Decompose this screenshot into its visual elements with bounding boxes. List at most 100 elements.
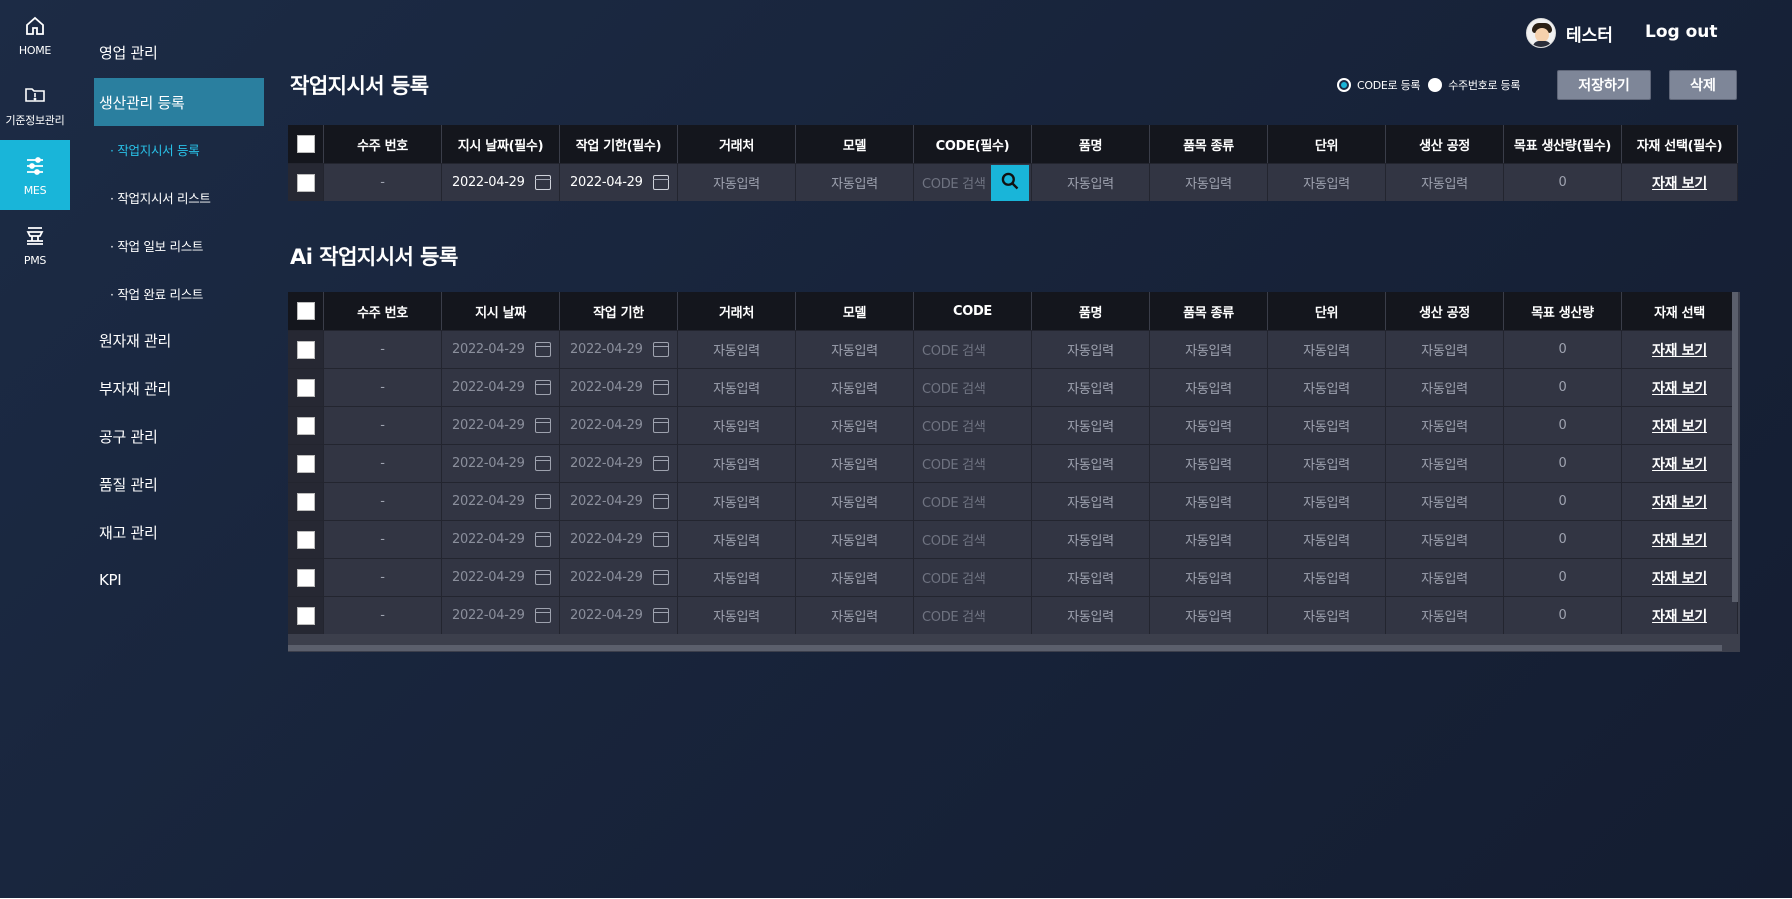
deadline-cell[interactable]: 2022-04-29 xyxy=(560,520,678,558)
row-checkbox[interactable] xyxy=(296,606,315,625)
code-search-input[interactable]: CODE 검색 xyxy=(914,406,1032,444)
row-checkbox[interactable] xyxy=(296,378,315,397)
rail-pms[interactable]: PMS xyxy=(0,210,70,280)
row-checkbox[interactable] xyxy=(296,568,315,587)
search-button[interactable] xyxy=(991,165,1029,201)
view-material-link[interactable]: 자재 보기 xyxy=(1652,530,1707,550)
row-checkbox[interactable] xyxy=(296,173,315,192)
submenu-completion-list[interactable]: · 작업 완료 리스트 xyxy=(110,284,203,303)
calendar-icon[interactable] xyxy=(535,418,551,433)
code-search-input[interactable]: CODE 검색 xyxy=(914,596,1032,634)
code-search-input[interactable]: CODE 검색 xyxy=(914,482,1032,520)
item-type-cell: 자동입력 xyxy=(1150,368,1268,406)
code-search-input[interactable]: CODE 검색 xyxy=(914,444,1032,482)
calendar-icon[interactable] xyxy=(535,532,551,547)
logout-button[interactable]: Log out xyxy=(1645,22,1718,42)
deadline-cell[interactable]: 2022-04-29 xyxy=(560,163,678,201)
target-qty-cell[interactable]: 0 xyxy=(1504,368,1622,406)
horizontal-scrollbar[interactable] xyxy=(288,645,1722,651)
target-qty-cell[interactable]: 0 xyxy=(1504,444,1622,482)
deadline-cell[interactable]: 2022-04-29 xyxy=(560,596,678,634)
target-qty-cell[interactable]: 0 xyxy=(1504,406,1622,444)
date-cell[interactable]: 2022-04-29 xyxy=(442,520,560,558)
deadline-cell[interactable]: 2022-04-29 xyxy=(560,558,678,596)
date-cell[interactable]: 2022-04-29 xyxy=(442,163,560,201)
rail-mes[interactable]: MES xyxy=(0,140,70,210)
calendar-icon[interactable] xyxy=(535,342,551,357)
radio-order-no[interactable] xyxy=(1428,78,1443,92)
calendar-icon[interactable] xyxy=(653,380,669,395)
calendar-icon[interactable] xyxy=(535,380,551,395)
code-search-input[interactable]: CODE 검색 xyxy=(914,163,1032,201)
target-qty-cell[interactable]: 0 xyxy=(1504,330,1622,368)
calendar-icon[interactable] xyxy=(653,608,669,623)
menu-sales[interactable]: 영업 관리 xyxy=(94,28,264,76)
save-button[interactable]: 저장하기 xyxy=(1557,70,1651,100)
select-all-checkbox[interactable] xyxy=(296,302,315,320)
user-info[interactable]: 테스터 xyxy=(1526,18,1613,48)
radio-code[interactable] xyxy=(1337,78,1351,92)
calendar-icon[interactable] xyxy=(653,175,669,190)
date-cell[interactable]: 2022-04-29 xyxy=(442,596,560,634)
target-qty-cell[interactable]: 0 xyxy=(1504,520,1622,558)
deadline-cell[interactable]: 2022-04-29 xyxy=(560,406,678,444)
calendar-icon[interactable] xyxy=(653,570,669,585)
target-qty-cell[interactable]: 0 xyxy=(1504,482,1622,520)
delete-button[interactable]: 삭제 xyxy=(1669,70,1737,100)
calendar-icon[interactable] xyxy=(535,456,551,471)
calendar-icon[interactable] xyxy=(535,608,551,623)
view-material-link[interactable]: 자재 보기 xyxy=(1652,378,1707,398)
deadline-cell[interactable]: 2022-04-29 xyxy=(560,482,678,520)
row-checkbox[interactable] xyxy=(296,492,315,511)
submenu-work-order-register[interactable]: · 작업지시서 등록 xyxy=(110,140,200,159)
date-cell[interactable]: 2022-04-29 xyxy=(442,406,560,444)
date-cell[interactable]: 2022-04-29 xyxy=(442,444,560,482)
calendar-icon[interactable] xyxy=(653,342,669,357)
date-cell[interactable]: 2022-04-29 xyxy=(442,558,560,596)
view-material-link[interactable]: 자재 보기 xyxy=(1652,568,1707,588)
deadline-cell[interactable]: 2022-04-29 xyxy=(560,368,678,406)
calendar-icon[interactable] xyxy=(535,175,551,190)
menu-kpi[interactable]: KPI xyxy=(94,556,264,604)
rail-home[interactable]: HOME xyxy=(0,0,70,70)
code-search-input[interactable]: CODE 검색 xyxy=(914,368,1032,406)
row-checkbox[interactable] xyxy=(296,454,315,473)
calendar-icon[interactable] xyxy=(535,570,551,585)
calendar-icon[interactable] xyxy=(535,494,551,509)
code-search-input[interactable]: CODE 검색 xyxy=(914,520,1032,558)
menu-production[interactable]: 생산관리 등록 xyxy=(94,78,264,126)
submenu-work-order-list[interactable]: · 작업지시서 리스트 xyxy=(110,188,211,207)
rail-basic-info[interactable]: 기준정보관리 xyxy=(0,70,70,140)
date-cell[interactable]: 2022-04-29 xyxy=(442,482,560,520)
date-cell[interactable]: 2022-04-29 xyxy=(442,368,560,406)
vertical-scrollbar[interactable] xyxy=(1732,292,1738,602)
calendar-icon[interactable] xyxy=(653,494,669,509)
row-checkbox[interactable] xyxy=(296,530,315,549)
target-qty-cell[interactable]: 0 xyxy=(1504,163,1622,201)
code-search-input[interactable]: CODE 검색 xyxy=(914,558,1032,596)
view-material-link[interactable]: 자재 보기 xyxy=(1652,454,1707,474)
row-checkbox[interactable] xyxy=(296,340,315,359)
target-qty-cell[interactable]: 0 xyxy=(1504,558,1622,596)
date-cell[interactable]: 2022-04-29 xyxy=(442,330,560,368)
view-material-link[interactable]: 자재 보기 xyxy=(1652,416,1707,436)
deadline-cell[interactable]: 2022-04-29 xyxy=(560,330,678,368)
view-material-link[interactable]: 자재 보기 xyxy=(1652,340,1707,360)
calendar-icon[interactable] xyxy=(653,418,669,433)
menu-quality[interactable]: 품질 관리 xyxy=(94,460,264,508)
calendar-icon[interactable] xyxy=(653,532,669,547)
view-material-link[interactable]: 자재 보기 xyxy=(1652,173,1707,193)
view-material-link[interactable]: 자재 보기 xyxy=(1652,606,1707,626)
menu-tools[interactable]: 공구 관리 xyxy=(94,412,264,460)
code-search-input[interactable]: CODE 검색 xyxy=(914,330,1032,368)
row-checkbox[interactable] xyxy=(296,416,315,435)
deadline-cell[interactable]: 2022-04-29 xyxy=(560,444,678,482)
menu-sub-material[interactable]: 부자재 관리 xyxy=(94,364,264,412)
view-material-link[interactable]: 자재 보기 xyxy=(1652,492,1707,512)
target-qty-cell[interactable]: 0 xyxy=(1504,596,1622,634)
calendar-icon[interactable] xyxy=(653,456,669,471)
submenu-daily-report-list[interactable]: · 작업 일보 리스트 xyxy=(110,236,203,255)
select-all-checkbox[interactable] xyxy=(296,135,315,153)
menu-raw-material[interactable]: 원자재 관리 xyxy=(94,316,264,364)
menu-stock[interactable]: 재고 관리 xyxy=(94,508,264,556)
